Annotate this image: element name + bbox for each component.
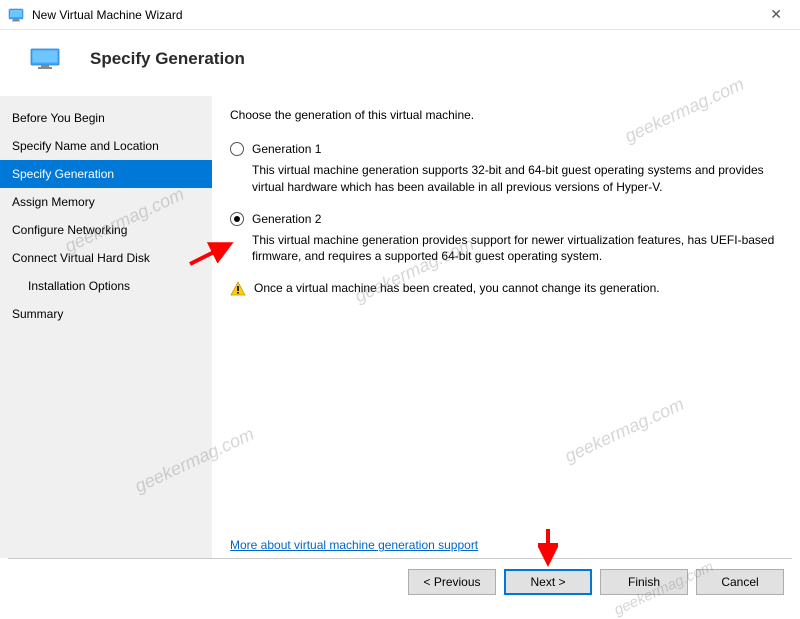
wizard-header: Specify Generation <box>0 30 800 96</box>
radio-generation-1[interactable]: Generation 1 <box>230 142 780 156</box>
radio-label-gen2: Generation 2 <box>252 212 321 226</box>
sidebar-item-assign-memory[interactable]: Assign Memory <box>0 188 212 216</box>
page-title: Specify Generation <box>90 49 245 69</box>
wizard-footer: < Previous Next > Finish Cancel <box>0 559 800 605</box>
gen1-description: This virtual machine generation supports… <box>252 162 780 196</box>
window-title: New Virtual Machine Wizard <box>32 8 760 22</box>
titlebar: New Virtual Machine Wizard ✕ <box>0 0 800 30</box>
sidebar-item-connect-virtual-hard-disk[interactable]: Connect Virtual Hard Disk <box>0 244 212 272</box>
radio-icon <box>230 142 244 156</box>
radio-icon <box>230 212 244 226</box>
radio-generation-2[interactable]: Generation 2 <box>230 212 780 226</box>
sidebar-item-before-you-begin[interactable]: Before You Begin <box>0 104 212 132</box>
sidebar-item-specify-generation[interactable]: Specify Generation <box>0 160 212 188</box>
radio-label-gen1: Generation 1 <box>252 142 321 156</box>
next-button[interactable]: Next > <box>504 569 592 595</box>
sidebar: Before You Begin Specify Name and Locati… <box>0 96 212 558</box>
finish-button[interactable]: Finish <box>600 569 688 595</box>
wizard-body: Before You Begin Specify Name and Locati… <box>0 96 800 558</box>
more-info-link[interactable]: More about virtual machine generation su… <box>230 538 478 552</box>
prompt-text: Choose the generation of this virtual ma… <box>230 108 780 122</box>
cancel-button[interactable]: Cancel <box>696 569 784 595</box>
sidebar-item-configure-networking[interactable]: Configure Networking <box>0 216 212 244</box>
close-button[interactable]: ✕ <box>760 2 792 27</box>
monitor-icon <box>30 48 60 70</box>
warning-icon <box>230 281 246 297</box>
warning-text: Once a virtual machine has been created,… <box>254 281 660 295</box>
sidebar-item-summary[interactable]: Summary <box>0 300 212 328</box>
monitor-icon <box>8 7 24 23</box>
sidebar-item-installation-options[interactable]: Installation Options <box>0 272 212 300</box>
gen2-description: This virtual machine generation provides… <box>252 232 780 266</box>
previous-button[interactable]: < Previous <box>408 569 496 595</box>
content-area: Choose the generation of this virtual ma… <box>212 96 800 558</box>
sidebar-item-specify-name-location[interactable]: Specify Name and Location <box>0 132 212 160</box>
warning-row: Once a virtual machine has been created,… <box>230 281 780 297</box>
